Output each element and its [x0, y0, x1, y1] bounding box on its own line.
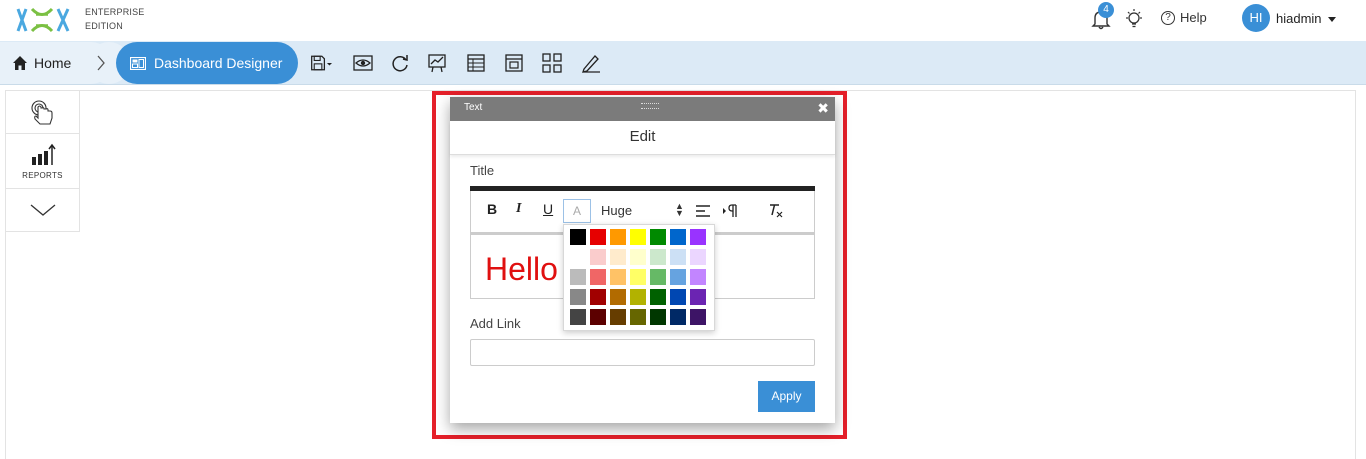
- grid-icon[interactable]: [541, 52, 563, 74]
- text-direction-icon[interactable]: [723, 204, 739, 218]
- color-swatch[interactable]: [690, 249, 706, 265]
- palette-row: [570, 269, 708, 285]
- color-palette: [563, 224, 715, 331]
- preview-eye-icon[interactable]: [352, 52, 374, 74]
- palette-row: [570, 249, 708, 265]
- palette-row: [570, 309, 708, 325]
- clear-format-icon[interactable]: [768, 203, 784, 218]
- select-arrows-icon: ▲ ▼: [675, 201, 684, 218]
- color-swatch[interactable]: [610, 269, 626, 285]
- editor-text: Hello: [485, 251, 558, 287]
- align-icon[interactable]: [696, 205, 710, 217]
- title-field-label: Title: [470, 163, 495, 178]
- italic-button[interactable]: I: [516, 201, 521, 217]
- color-swatch[interactable]: [670, 289, 686, 305]
- edition-label: ENTERPRISE EDITION: [85, 5, 145, 33]
- font-color-button[interactable]: A: [563, 199, 591, 223]
- color-swatch[interactable]: [690, 269, 706, 285]
- color-swatch[interactable]: [590, 289, 606, 305]
- help-label: Help: [1180, 10, 1207, 25]
- color-swatch[interactable]: [590, 249, 606, 265]
- color-swatch[interactable]: [570, 289, 586, 305]
- underline-button[interactable]: U: [543, 201, 553, 217]
- color-swatch[interactable]: [630, 229, 646, 245]
- user-menu[interactable]: HI hiadmin: [1242, 4, 1336, 32]
- color-swatch[interactable]: [650, 249, 666, 265]
- refresh-icon[interactable]: [389, 52, 411, 74]
- home-icon: [13, 56, 27, 70]
- color-swatch[interactable]: [670, 229, 686, 245]
- drag-handle-icon[interactable]: [641, 103, 659, 109]
- text-edit-modal: Text ✖ Edit Title B I U A Huge ▲ ▼ Hello…: [450, 97, 835, 423]
- left-panel: REPORTS: [5, 90, 80, 232]
- tab-edit[interactable]: Edit: [450, 121, 835, 155]
- color-swatch[interactable]: [610, 249, 626, 265]
- breadcrumb-dashboard-designer[interactable]: Dashboard Designer: [116, 42, 298, 84]
- color-swatch[interactable]: [690, 289, 706, 305]
- top-header: ENTERPRISE EDITION 4 ? Help HI hiadmin: [0, 0, 1366, 41]
- color-swatch[interactable]: [610, 289, 626, 305]
- edition-line-1: ENTERPRISE: [85, 7, 145, 17]
- color-swatch[interactable]: [670, 309, 686, 325]
- color-swatch[interactable]: [590, 229, 606, 245]
- color-swatch[interactable]: [650, 229, 666, 245]
- color-swatch[interactable]: [650, 269, 666, 285]
- chevron-right-icon: [97, 55, 105, 71]
- breadcrumb-active-label: Dashboard Designer: [154, 55, 283, 71]
- color-swatch[interactable]: [670, 269, 686, 285]
- layout-icon[interactable]: [503, 52, 525, 74]
- username: hiadmin: [1276, 10, 1322, 26]
- bar-chart-icon: [31, 143, 56, 165]
- close-icon[interactable]: ✖: [817, 100, 829, 117]
- color-swatch[interactable]: [690, 309, 706, 325]
- notification-badge: 4: [1098, 2, 1114, 18]
- expand-button[interactable]: [6, 189, 79, 231]
- color-swatch[interactable]: [610, 309, 626, 325]
- apply-button[interactable]: Apply: [758, 381, 815, 412]
- main-toolbar: Home Dashboard Designer: [0, 41, 1366, 85]
- link-field-label: Add Link: [470, 316, 521, 331]
- color-swatch[interactable]: [610, 229, 626, 245]
- color-swatch[interactable]: [590, 269, 606, 285]
- color-swatch[interactable]: [590, 309, 606, 325]
- color-swatch[interactable]: [570, 229, 586, 245]
- chevron-down-icon: [30, 204, 55, 216]
- avatar: HI: [1242, 4, 1270, 32]
- color-swatch[interactable]: [570, 249, 586, 265]
- reports-label: REPORTS: [22, 170, 63, 180]
- help-icon: ?: [1161, 10, 1175, 25]
- edit-icon[interactable]: [580, 52, 602, 74]
- helical-logo[interactable]: [14, 5, 74, 35]
- breadcrumb-home-label: Home: [34, 55, 72, 71]
- palette-row: [570, 289, 708, 305]
- color-swatch[interactable]: [630, 289, 646, 305]
- chart-icon[interactable]: [426, 52, 448, 74]
- modal-title: Text: [464, 102, 483, 113]
- modal-header[interactable]: Text ✖: [450, 97, 835, 121]
- lightbulb-icon[interactable]: [1124, 8, 1144, 30]
- font-size-select[interactable]: Huge: [601, 203, 632, 218]
- touch-hand-icon: [30, 100, 53, 125]
- interaction-button[interactable]: [6, 91, 79, 134]
- save-icon[interactable]: [310, 52, 332, 74]
- color-swatch[interactable]: [570, 269, 586, 285]
- color-swatch[interactable]: [650, 289, 666, 305]
- bold-button[interactable]: B: [487, 201, 497, 217]
- palette-row: [570, 229, 708, 245]
- color-swatch[interactable]: [650, 309, 666, 325]
- color-swatch[interactable]: [690, 229, 706, 245]
- chevron-down-icon: [1327, 16, 1336, 22]
- dashboard-icon: [130, 56, 146, 70]
- color-swatch[interactable]: [630, 309, 646, 325]
- color-swatch[interactable]: [570, 309, 586, 325]
- color-swatch[interactable]: [630, 249, 646, 265]
- color-swatch[interactable]: [630, 269, 646, 285]
- table-icon[interactable]: [465, 52, 487, 74]
- reports-button[interactable]: REPORTS: [6, 134, 79, 189]
- edition-line-2: EDITION: [85, 21, 123, 31]
- help-link[interactable]: ? Help: [1161, 10, 1207, 25]
- color-swatch[interactable]: [670, 249, 686, 265]
- link-input[interactable]: [470, 339, 815, 366]
